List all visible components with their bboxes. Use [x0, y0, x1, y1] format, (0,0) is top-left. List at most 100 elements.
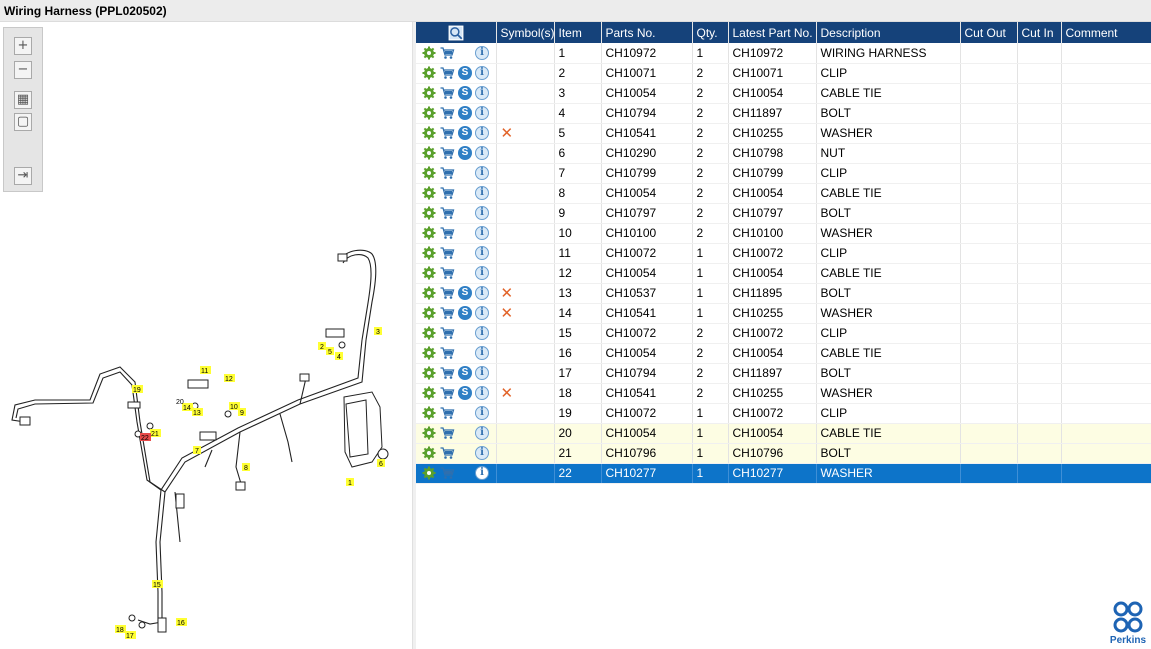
info-icon[interactable]: i — [475, 346, 489, 360]
service-info-icon[interactable]: S — [458, 366, 472, 380]
gear-icon[interactable] — [422, 446, 436, 460]
gear-icon[interactable] — [422, 126, 436, 140]
zoom-fit-button[interactable]: ▦ — [14, 91, 32, 109]
info-icon[interactable]: i — [475, 286, 489, 300]
cart-icon[interactable] — [439, 186, 455, 200]
col-header-description[interactable]: Description — [816, 22, 961, 43]
info-icon[interactable]: i — [475, 86, 489, 100]
table-row[interactable]: i 11 CH10072 1 CH10072 CLIP — [416, 243, 1151, 264]
table-row[interactable]: i 20 CH10054 1 CH10054 CABLE TIE — [416, 423, 1151, 444]
info-icon[interactable]: i — [475, 326, 489, 340]
cart-icon[interactable] — [439, 426, 455, 440]
zoom-in-button[interactable]: + — [14, 37, 32, 55]
table-row[interactable]: Si ✕ 14 CH10541 1 CH10255 WASHER — [416, 303, 1151, 324]
wiring-harness-diagram[interactable]: 1 2 3 4 5 6 7 8 9 10 11 12 13 14 15 16 1… — [0, 22, 413, 649]
gear-icon[interactable] — [422, 366, 436, 380]
table-row[interactable]: Si 17 CH10794 2 CH11897 BOLT — [416, 363, 1151, 384]
info-icon[interactable]: i — [475, 466, 489, 480]
gear-icon[interactable] — [422, 286, 436, 300]
info-icon[interactable]: i — [475, 186, 489, 200]
info-icon[interactable]: i — [475, 406, 489, 420]
table-row[interactable]: i 19 CH10072 1 CH10072 CLIP — [416, 403, 1151, 424]
table-row[interactable]: Si ✕ 5 CH10541 2 CH10255 WASHER — [416, 123, 1151, 144]
gear-icon[interactable] — [422, 406, 436, 420]
info-icon[interactable]: i — [475, 446, 489, 460]
col-header-cut-in[interactable]: Cut In — [1017, 22, 1062, 43]
gear-icon[interactable] — [422, 66, 436, 80]
search-icon[interactable] — [448, 25, 464, 41]
info-icon[interactable]: i — [475, 106, 489, 120]
cart-icon[interactable] — [439, 106, 455, 120]
table-row[interactable]: i 1 CH10972 1 CH10972 WIRING HARNESS — [416, 43, 1151, 64]
gear-icon[interactable] — [422, 326, 436, 340]
col-header-cut-out[interactable]: Cut Out — [960, 22, 1018, 43]
gear-icon[interactable] — [422, 206, 436, 220]
info-icon[interactable]: i — [475, 386, 489, 400]
info-icon[interactable]: i — [475, 266, 489, 280]
service-info-icon[interactable]: S — [458, 386, 472, 400]
cart-icon[interactable] — [439, 466, 455, 480]
info-icon[interactable]: i — [475, 246, 489, 260]
col-header-latest-part-no[interactable]: Latest Part No. — [728, 22, 817, 43]
cart-icon[interactable] — [439, 206, 455, 220]
table-row[interactable]: i 16 CH10054 2 CH10054 CABLE TIE — [416, 343, 1151, 364]
table-row[interactable]: i 7 CH10799 2 CH10799 CLIP — [416, 163, 1151, 184]
cart-icon[interactable] — [439, 66, 455, 80]
col-header-comment[interactable]: Comment — [1061, 22, 1151, 43]
info-icon[interactable]: i — [475, 226, 489, 240]
cart-icon[interactable] — [439, 366, 455, 380]
gear-icon[interactable] — [422, 466, 436, 480]
col-header-qty[interactable]: Qty. — [692, 22, 729, 43]
cart-icon[interactable] — [439, 126, 455, 140]
info-icon[interactable]: i — [475, 146, 489, 160]
cart-icon[interactable] — [439, 306, 455, 320]
info-icon[interactable]: i — [475, 426, 489, 440]
gear-icon[interactable] — [422, 386, 436, 400]
service-info-icon[interactable]: S — [458, 146, 472, 160]
gear-icon[interactable] — [422, 266, 436, 280]
zoom-out-button[interactable]: − — [14, 61, 32, 79]
cart-icon[interactable] — [439, 346, 455, 360]
gear-icon[interactable] — [422, 346, 436, 360]
table-row[interactable]: Si 3 CH10054 2 CH10054 CABLE TIE — [416, 83, 1151, 104]
info-icon[interactable]: i — [475, 206, 489, 220]
cart-icon[interactable] — [439, 226, 455, 240]
table-row[interactable]: i 22 CH10277 1 CH10277 WASHER — [416, 463, 1151, 484]
table-row[interactable]: i 12 CH10054 1 CH10054 CABLE TIE — [416, 263, 1151, 284]
cart-icon[interactable] — [439, 86, 455, 100]
cart-icon[interactable] — [439, 446, 455, 460]
zoom-actual-button[interactable]: ▢ — [14, 113, 32, 131]
table-row[interactable]: Si ✕ 18 CH10541 2 CH10255 WASHER — [416, 383, 1151, 404]
cart-icon[interactable] — [439, 246, 455, 260]
toggle-pane-button[interactable]: ⇥ — [14, 167, 32, 185]
table-row[interactable]: i 8 CH10054 2 CH10054 CABLE TIE — [416, 183, 1151, 204]
col-header-parts-no[interactable]: Parts No. — [601, 22, 693, 43]
gear-icon[interactable] — [422, 146, 436, 160]
table-row[interactable]: Si 4 CH10794 2 CH11897 BOLT — [416, 103, 1151, 124]
service-info-icon[interactable]: S — [458, 126, 472, 140]
table-row[interactable]: i 10 CH10100 2 CH10100 WASHER — [416, 223, 1151, 244]
diagram-pane[interactable]: 1 2 3 4 5 6 7 8 9 10 11 12 13 14 15 16 1… — [0, 22, 413, 649]
service-info-icon[interactable]: S — [458, 286, 472, 300]
cart-icon[interactable] — [439, 266, 455, 280]
cart-icon[interactable] — [439, 326, 455, 340]
cart-icon[interactable] — [439, 386, 455, 400]
gear-icon[interactable] — [422, 46, 436, 60]
info-icon[interactable]: i — [475, 166, 489, 180]
gear-icon[interactable] — [422, 186, 436, 200]
col-header-item[interactable]: Item — [554, 22, 602, 43]
table-row[interactable]: Si 6 CH10290 2 CH10798 NUT — [416, 143, 1151, 164]
col-header-symbols[interactable]: Symbol(s) — [496, 22, 555, 43]
table-row[interactable]: i 21 CH10796 1 CH10796 BOLT — [416, 443, 1151, 464]
cart-icon[interactable] — [439, 166, 455, 180]
gear-icon[interactable] — [422, 86, 436, 100]
gear-icon[interactable] — [422, 226, 436, 240]
gear-icon[interactable] — [422, 106, 436, 120]
info-icon[interactable]: i — [475, 66, 489, 80]
table-row[interactable]: Si ✕ 13 CH10537 1 CH11895 BOLT — [416, 283, 1151, 304]
service-info-icon[interactable]: S — [458, 66, 472, 80]
service-info-icon[interactable]: S — [458, 106, 472, 120]
cart-icon[interactable] — [439, 286, 455, 300]
info-icon[interactable]: i — [475, 306, 489, 320]
cart-icon[interactable] — [439, 146, 455, 160]
